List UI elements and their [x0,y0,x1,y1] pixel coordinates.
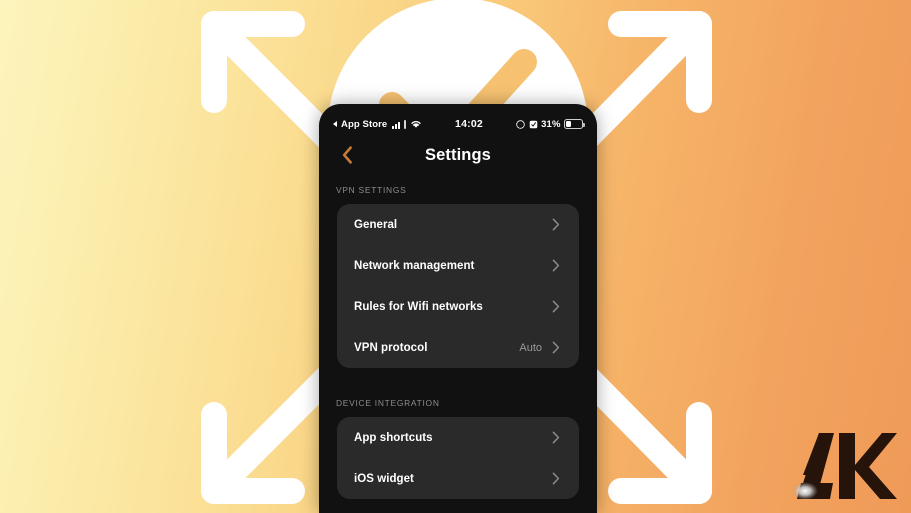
status-bar: App Store 14:02 31% [319,116,597,132]
settings-row-label: Rules for Wifi networks [354,300,483,313]
screenshot-stage: App Store 14:02 31% Settings VPN SETTING… [0,0,911,513]
status-bar-right: 31% [516,118,585,130]
phone-mockup: App Store 14:02 31% Settings VPN SETTING… [319,104,597,513]
settings-card-vpn-settings: General Network management Rules for Wif… [337,204,579,368]
settings-row-value: Auto [519,341,542,354]
settings-row-label: App shortcuts [354,431,433,444]
status-bar-time: 14:02 [455,118,483,130]
chevron-left-icon [342,146,352,164]
settings-row-vpn-protocol[interactable]: VPN protocol Auto [337,327,579,368]
back-button[interactable] [338,146,356,164]
phone-screen: App Store 14:02 31% Settings VPN SETTING… [319,104,597,513]
page-title: Settings [425,145,491,164]
settings-row-ios-widget[interactable]: iOS widget [337,458,579,499]
settings-row-label: VPN protocol [354,341,428,354]
settings-list[interactable]: VPN SETTINGS General Network management [319,173,597,513]
chevron-right-icon [551,218,560,232]
status-bar-divider [404,119,406,129]
chevron-right-icon [551,472,560,486]
chevron-right-icon [551,259,560,273]
settings-row-label: General [354,218,398,231]
vpn-badge-icon [529,120,537,128]
settings-row-label: iOS widget [354,472,414,485]
location-arrow-icon [516,119,525,129]
cellular-signal-icon [392,120,401,129]
back-triangle-icon[interactable] [333,121,337,127]
settings-row-general[interactable]: General [337,204,579,245]
battery-percent-label: 31% [541,118,561,130]
settings-row-app-shortcuts[interactable]: App shortcuts [337,417,579,458]
settings-card-device-integration: App shortcuts iOS widget [337,417,579,499]
status-bar-left: App Store [333,119,422,130]
ak-watermark-logo [792,433,897,500]
nav-bar: Settings [319,137,597,173]
chevron-right-icon [551,300,560,314]
settings-row-label: Network management [354,259,475,272]
section-header-vpn-settings: VPN SETTINGS [336,185,407,195]
wifi-icon [411,121,421,128]
ak-logo-glow [792,482,818,500]
chevron-right-icon [551,341,560,355]
status-bar-back-app[interactable]: App Store [341,119,387,130]
battery-icon [564,119,585,129]
settings-row-rules-for-wifi-networks[interactable]: Rules for Wifi networks [337,286,579,327]
settings-row-network-management[interactable]: Network management [337,245,579,286]
chevron-right-icon [551,431,560,445]
section-header-device-integration: DEVICE INTEGRATION [336,398,440,408]
